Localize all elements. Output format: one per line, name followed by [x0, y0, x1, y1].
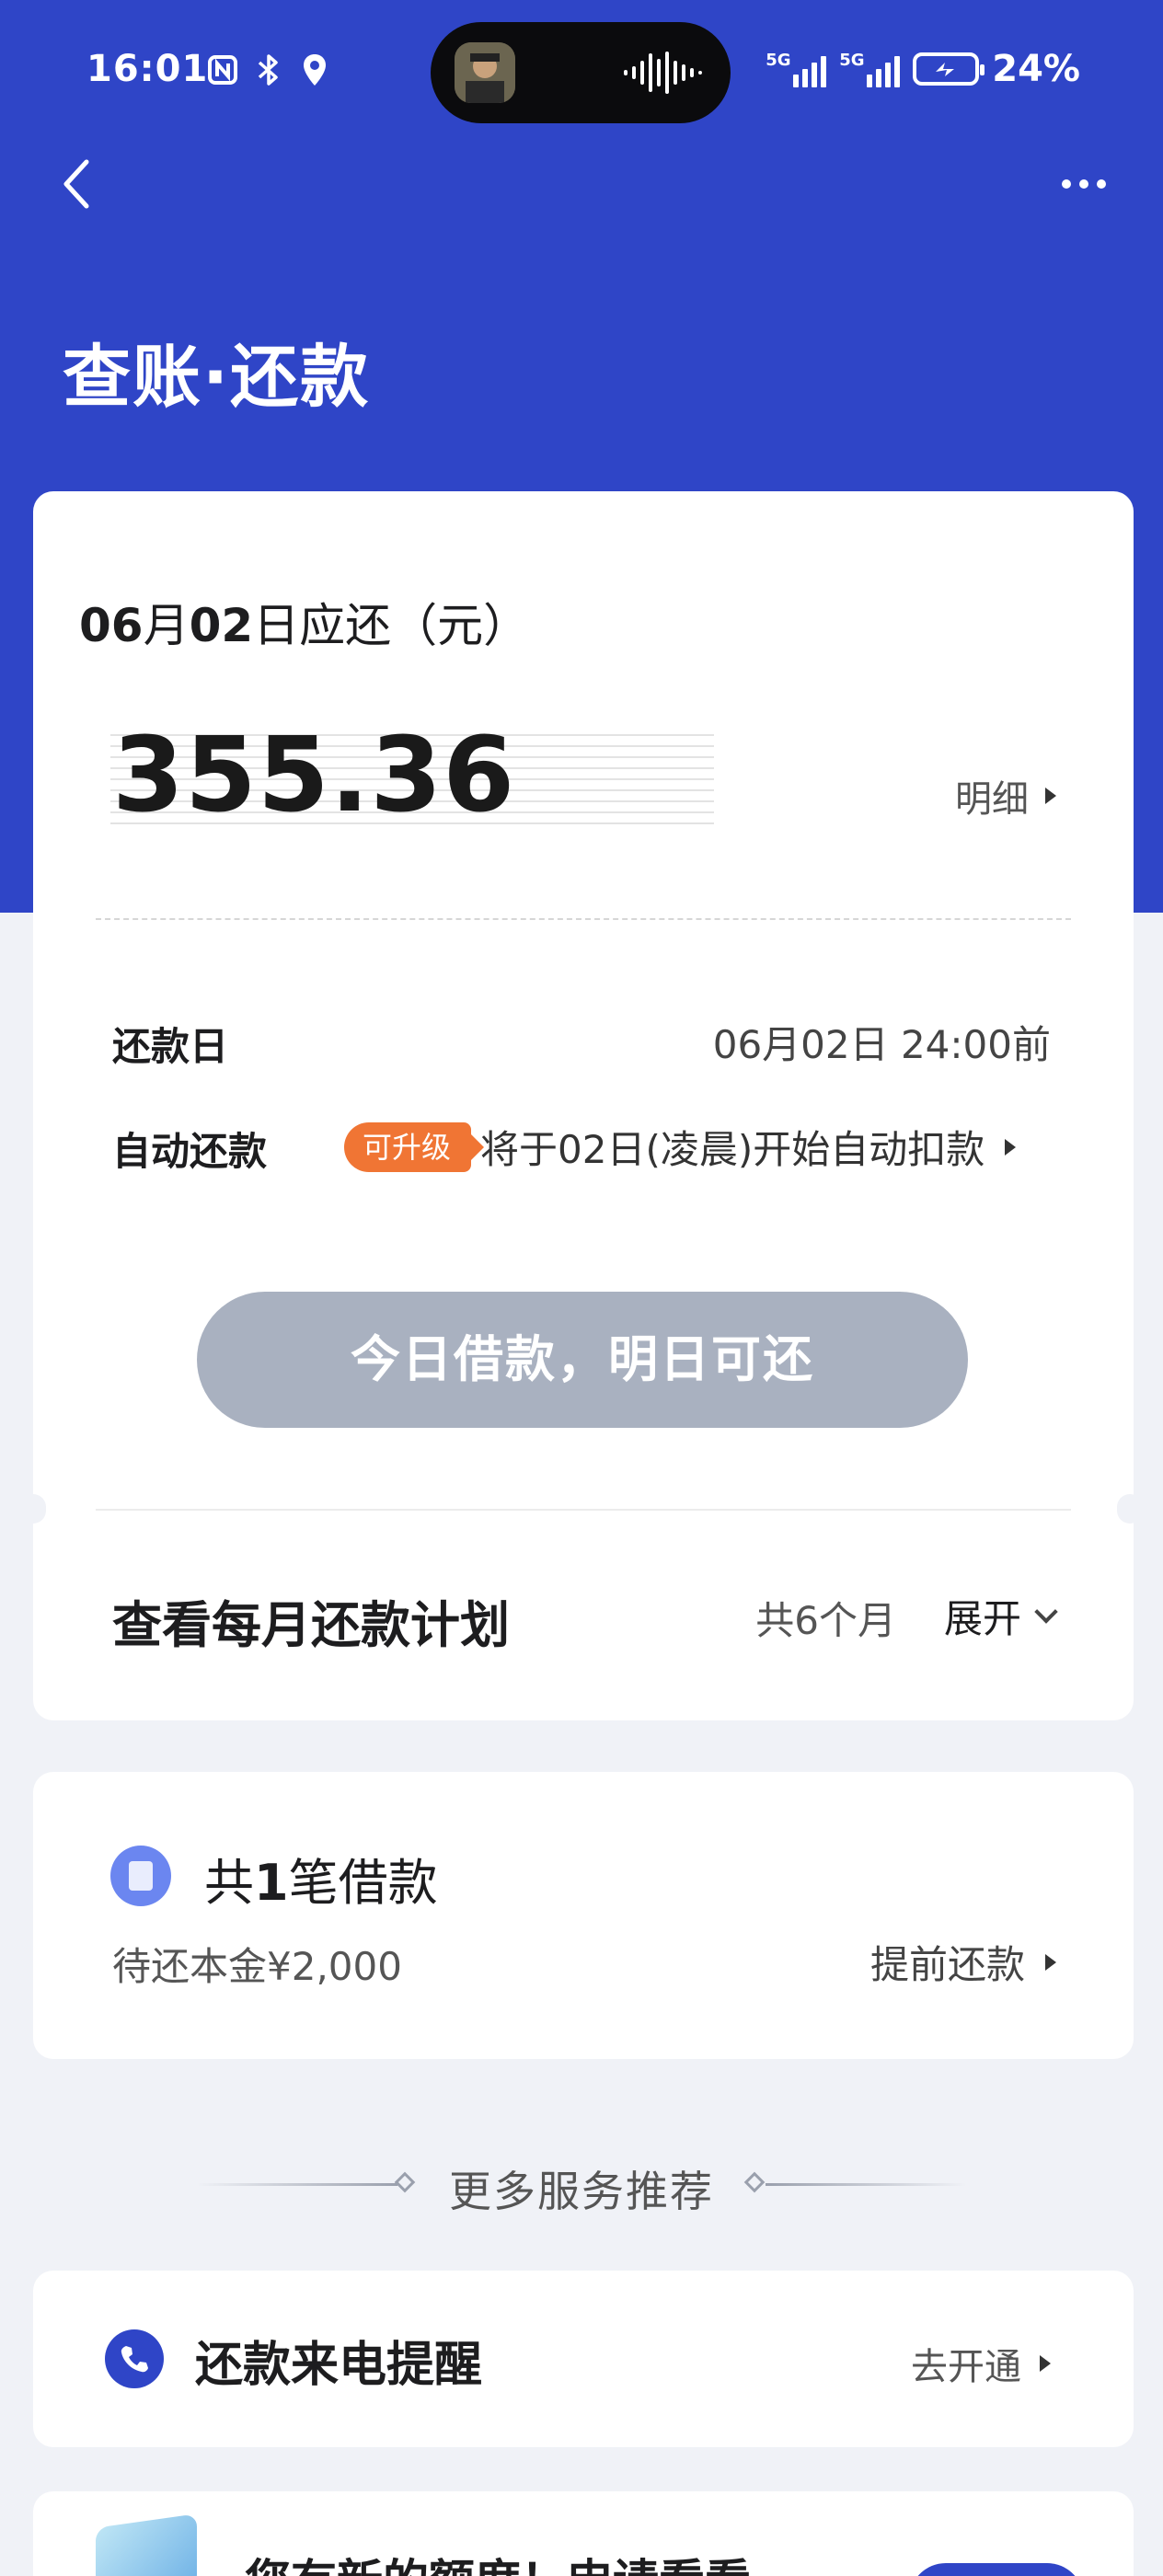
network-type-label: 5G — [766, 51, 791, 70]
network-type-label: 5G — [839, 51, 865, 70]
more-dot — [1079, 179, 1088, 189]
section-divider-right — [766, 2183, 966, 2186]
activate-label: 去开通 — [911, 2346, 1021, 2388]
dashed-divider — [96, 918, 1071, 920]
repay-day-value: 06月02日 24:00前 — [712, 1022, 1051, 1067]
back-button[interactable] — [55, 155, 99, 213]
new-quota-label: 您有新的额度！申请看看 — [245, 2545, 751, 2576]
auto-repay-label: 自动还款 — [112, 1129, 268, 1174]
status-time: 16:01 — [86, 48, 209, 90]
auto-repay-value: 将于02日(凌晨)开始自动扣款 — [480, 1127, 985, 1172]
status-left-icons — [204, 52, 333, 88]
activate-link[interactable]: 去开通 — [911, 2337, 1051, 2390]
auto-repay-link[interactable]: 将于02日(凌晨)开始自动扣款 — [480, 1119, 1017, 1175]
page-title: 查账·还款 — [63, 338, 371, 417]
expand-label: 展开 — [943, 1596, 1021, 1641]
arrow-right-icon — [1005, 1138, 1017, 1156]
repay-day-label: 还款日 — [112, 1024, 229, 1069]
more-horizontal-icon — [1062, 179, 1071, 189]
battery-icon — [913, 52, 985, 86]
due-month-unit: 月 — [143, 599, 190, 652]
chevron-left-icon — [63, 159, 89, 209]
arrow-right-icon — [1045, 788, 1056, 804]
phone-reminder-label: 还款来电提醒 — [195, 2338, 483, 2393]
status-right-icons: 5G 5G 24% — [766, 48, 1080, 90]
signal-icon: 5G — [839, 51, 901, 87]
prepay-label: 提前还款 — [869, 1942, 1025, 1987]
remaining-principal: 待还本金¥2,000 — [112, 1944, 402, 1989]
card-notch-right — [1117, 1494, 1143, 1524]
more-services-title: 更多服务推荐 — [449, 2167, 714, 2216]
arrow-right-icon — [1045, 1953, 1056, 1971]
repayment-plan-count: 共6个月 — [755, 1598, 896, 1643]
phone-icon — [105, 2329, 164, 2388]
loans-prefix: 共 — [204, 1854, 254, 1912]
loans-count-title: 共1笔借款 — [204, 1842, 438, 1915]
expand-plan-button[interactable]: 展开 — [943, 1588, 1058, 1644]
signal-icon: 5G — [766, 51, 827, 87]
due-month: 06 — [79, 599, 144, 652]
card-notch-left — [20, 1494, 46, 1524]
dynamic-island[interactable] — [431, 22, 731, 123]
due-day: 02 — [189, 599, 254, 652]
repay-button-disabled[interactable]: 今日借款，明日可还 — [197, 1292, 968, 1428]
more-button[interactable] — [1056, 166, 1111, 202]
due-date-label: 06月02日应还（元） — [79, 589, 529, 655]
prepay-link[interactable]: 提前还款 — [870, 1934, 1056, 1990]
loans-suffix: 笔借款 — [288, 1854, 438, 1912]
audio-wave-icon — [624, 52, 702, 94]
due-amount: 355.36 — [112, 716, 516, 835]
upgrade-badge[interactable]: 可升级 — [344, 1122, 485, 1172]
document-icon — [110, 1846, 171, 1906]
arrow-right-icon — [1040, 2355, 1051, 2372]
more-dot — [1097, 179, 1106, 189]
detail-link[interactable]: 明细 — [955, 769, 1056, 822]
page: 16:01 5G 5G 24% 查账·还款 06月02日应还（元） 355.36… — [0, 0, 1163, 2576]
detail-link-label: 明细 — [955, 778, 1029, 821]
card-divider — [96, 1509, 1071, 1511]
chevron-down-icon — [1034, 1599, 1058, 1624]
battery-percent: 24% — [992, 48, 1080, 90]
loans-card — [33, 1772, 1134, 2059]
due-suffix: 日应还（元） — [253, 599, 530, 652]
now-playing-avatar — [455, 42, 515, 103]
location-icon — [296, 52, 333, 88]
repayment-plan-label: 查看每月还款计划 — [112, 1596, 510, 1654]
bluetooth-icon — [250, 52, 287, 88]
bill-card — [33, 491, 1134, 1720]
status-bar: 16:01 5G 5G 24% — [0, 0, 1163, 147]
apply-quota-button[interactable] — [909, 2563, 1084, 2576]
loans-count: 1 — [254, 1854, 289, 1912]
nfc-icon — [204, 52, 241, 88]
